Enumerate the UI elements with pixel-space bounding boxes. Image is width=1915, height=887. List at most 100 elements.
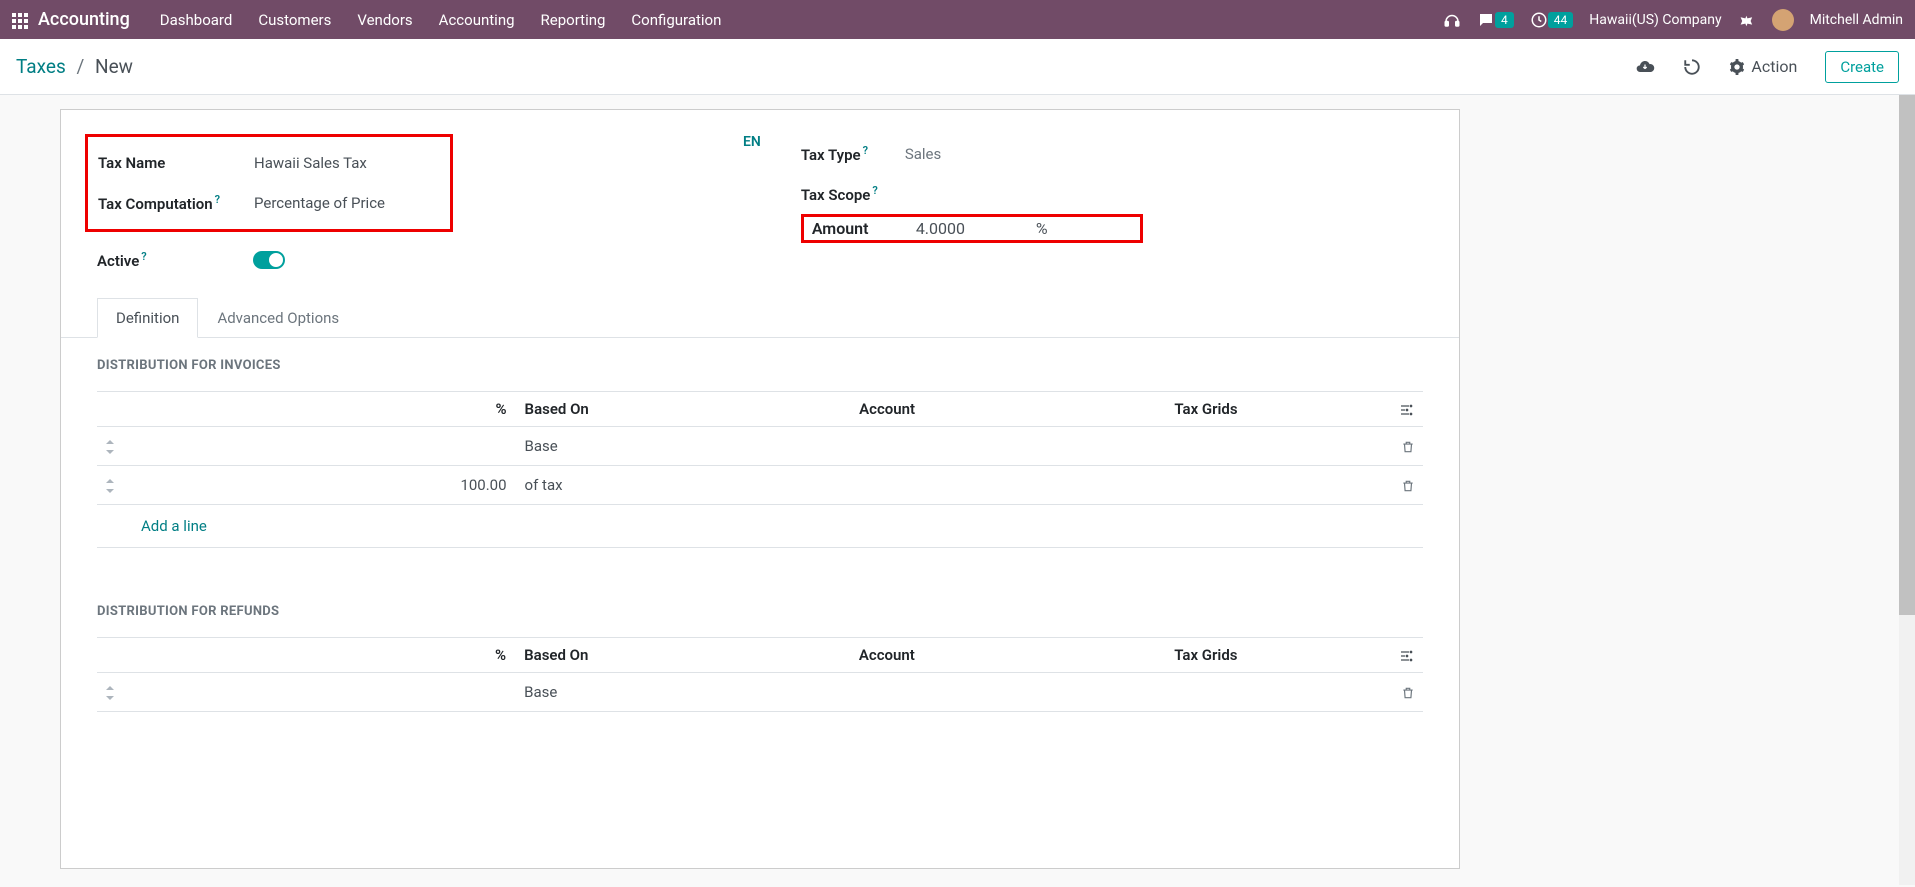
breadcrumb-separator: / [76,55,84,78]
add-line-invoices[interactable]: Add a line [97,505,1423,547]
cell-grids[interactable] [1166,427,1383,466]
col-options[interactable] [1383,637,1423,672]
table-refunds: % Based On Account Tax Grids Base [97,637,1423,712]
main-area: Tax Name Hawaii Sales Tax Tax Computatio… [0,95,1915,869]
support-icon[interactable] [1443,11,1461,29]
nav-reporting[interactable]: Reporting [541,11,606,29]
control-right: Action Create [1635,51,1899,83]
delete-row-icon[interactable] [1383,672,1423,711]
messaging-badge: 4 [1495,12,1514,28]
nav-dashboard[interactable]: Dashboard [160,11,233,29]
company-selector[interactable]: Hawaii(US) Company [1589,12,1721,28]
field-tax-computation: Tax Computation? Percentage of Price [98,183,440,223]
label-tax-computation: Tax Computation? [98,193,254,213]
section-invoices: DISTRIBUTION FOR INVOICES % Based On Acc… [61,338,1459,584]
nav-right: 4 44 Hawaii(US) Company Mitchell Admin [1443,9,1903,31]
control-row: Taxes / New Action Create [0,39,1915,95]
col-tax-grids: Tax Grids [1166,637,1383,672]
create-button[interactable]: Create [1825,51,1899,83]
vertical-scrollbar[interactable] [1899,95,1915,885]
discard-icon[interactable] [1683,57,1701,77]
col-pct: % [123,637,516,672]
tabs: Definition Advanced Options [61,298,1459,338]
app-brand[interactable]: Accounting [38,9,130,30]
col-account: Account [851,392,1166,427]
action-label: Action [1751,57,1797,76]
input-tax-computation[interactable]: Percentage of Price [254,194,385,212]
col-based-on: Based On [516,637,851,672]
help-icon[interactable]: ? [215,193,220,206]
help-icon[interactable]: ? [863,144,868,157]
user-name[interactable]: Mitchell Admin [1810,12,1903,28]
apps-icon[interactable] [12,10,28,29]
section-refunds: DISTRIBUTION FOR REFUNDS % Based On Acco… [61,584,1459,712]
nav-configuration[interactable]: Configuration [631,11,721,29]
col-based-on: Based On [517,392,852,427]
tab-advanced-options[interactable]: Advanced Options [198,298,358,338]
delete-row-icon[interactable] [1383,427,1423,466]
cell-account[interactable] [851,672,1166,711]
cell-based-on[interactable]: Base [517,427,852,466]
label-active: Active? [97,250,253,270]
col-options[interactable] [1383,392,1423,427]
label-tax-scope: Tax Scope? [801,184,905,204]
table-invoices: % Based On Account Tax Grids Base [97,391,1423,584]
section-title-refunds: DISTRIBUTION FOR REFUNDS [97,604,1423,619]
nav-accounting[interactable]: Accounting [439,11,515,29]
drag-handle-icon[interactable] [97,672,123,711]
col-account: Account [851,637,1166,672]
toggle-active[interactable] [253,251,285,269]
action-button[interactable]: Action [1729,57,1797,76]
breadcrumb: Taxes / New [16,55,133,78]
nav-menu: Dashboard Customers Vendors Accounting R… [160,11,1443,29]
input-tax-name[interactable]: Hawaii Sales Tax [254,154,367,172]
breadcrumb-current: New [95,55,133,78]
help-icon[interactable]: ? [872,184,877,197]
cell-grids[interactable] [1166,672,1383,711]
section-title-invoices: DISTRIBUTION FOR INVOICES [97,358,1423,373]
cloud-save-icon[interactable] [1635,56,1655,77]
delete-row-icon[interactable] [1383,466,1423,505]
highlight-tax-name-computation: Tax Name Hawaii Sales Tax Tax Computatio… [85,134,453,232]
sliders-icon [1399,402,1415,418]
cell-pct[interactable] [123,672,516,711]
cell-account[interactable] [851,427,1166,466]
nav-vendors[interactable]: Vendors [357,11,412,29]
highlight-amount: Amount 4.0000 % [801,214,1143,243]
form-left-column: Tax Name Hawaii Sales Tax Tax Computatio… [97,134,777,280]
nav-customers[interactable]: Customers [258,11,331,29]
table-row[interactable]: Base [97,672,1423,711]
tab-definition[interactable]: Definition [97,298,198,338]
debug-icon[interactable] [1738,11,1756,29]
cell-pct[interactable]: 100.00 [123,466,517,505]
cell-account[interactable] [851,466,1166,505]
gear-icon [1729,59,1745,75]
label-tax-type: Tax Type? [801,144,905,164]
amount-unit: % [1036,219,1048,238]
input-amount[interactable]: 4.0000 [916,219,1036,238]
table-row[interactable]: Base [97,427,1423,466]
col-pct: % [123,392,517,427]
sliders-icon [1399,648,1415,664]
drag-handle-icon[interactable] [97,466,123,505]
cell-based-on[interactable]: of tax [517,466,852,505]
lang-badge[interactable]: EN [743,134,761,280]
help-icon[interactable]: ? [141,250,146,263]
top-navbar: Accounting Dashboard Customers Vendors A… [0,0,1915,39]
cell-pct[interactable] [123,427,517,466]
label-amount: Amount [812,219,916,238]
scrollbar-thumb[interactable] [1899,95,1915,615]
drag-handle-icon[interactable] [97,427,123,466]
breadcrumb-root[interactable]: Taxes [16,55,66,78]
cell-grids[interactable] [1166,466,1383,505]
col-tax-grids: Tax Grids [1166,392,1383,427]
field-active: Active? [97,240,777,280]
table-row[interactable]: 100.00 of tax [97,466,1423,505]
label-tax-name: Tax Name [98,154,254,172]
input-tax-type[interactable]: Sales [905,145,941,163]
avatar[interactable] [1772,9,1794,31]
messaging-icon[interactable]: 4 [1477,11,1514,29]
cell-based-on[interactable]: Base [516,672,851,711]
activity-icon[interactable]: 44 [1530,11,1574,29]
field-tax-type: Tax Type? Sales [801,134,1423,174]
